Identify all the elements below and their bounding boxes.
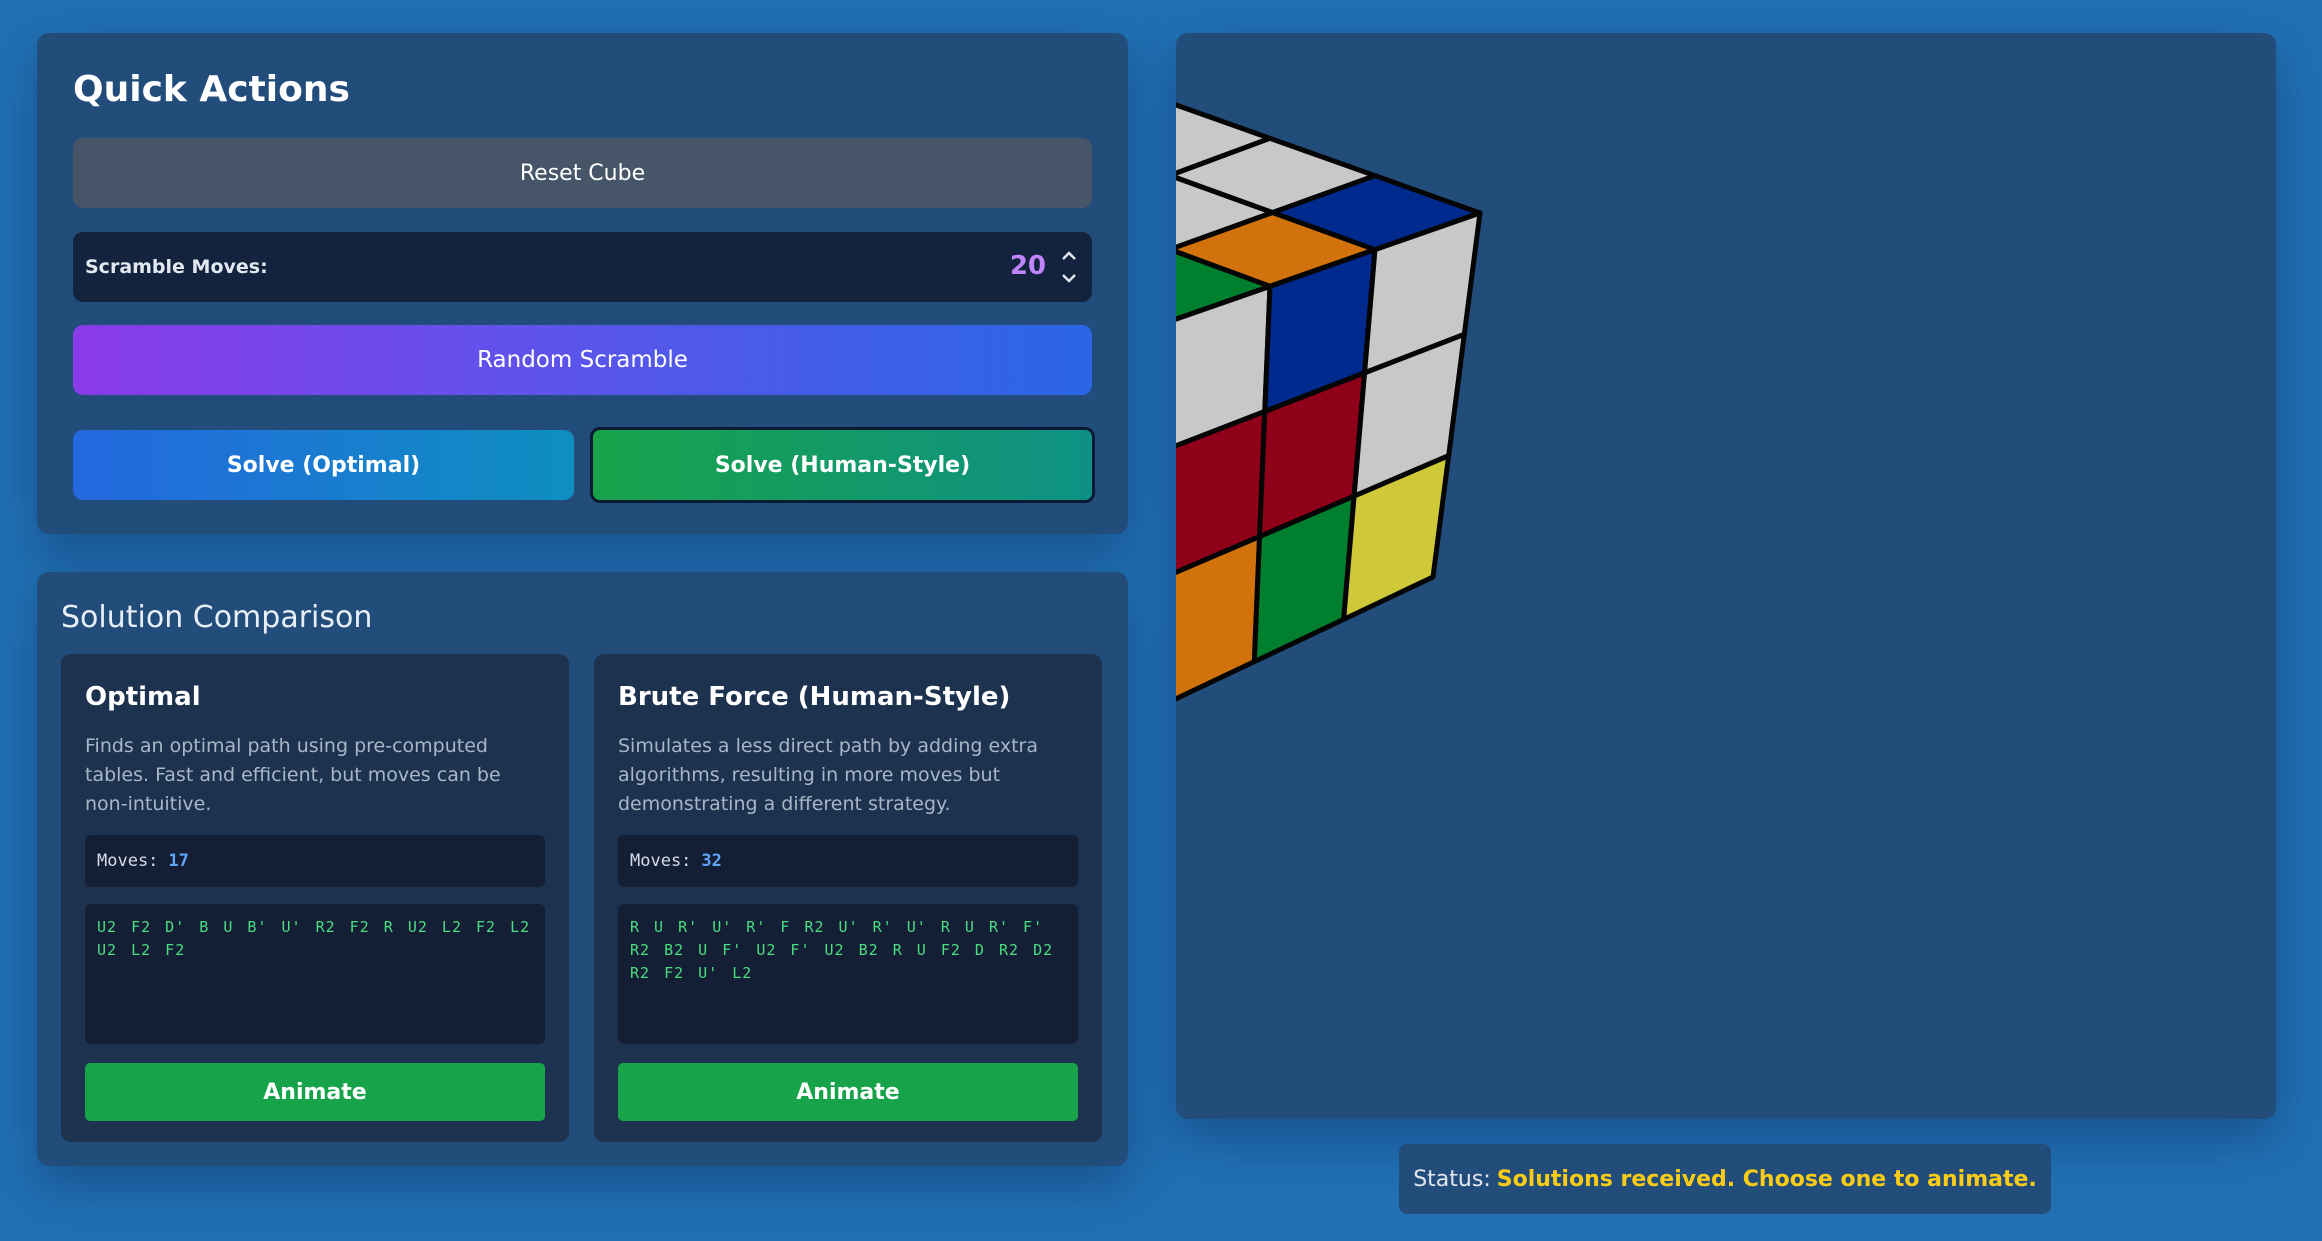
card-title: Optimal [85, 682, 201, 712]
moves-count-box: Moves: 32 [618, 835, 1078, 887]
rubiks-cube-3d[interactable] [1176, 33, 2276, 1119]
human-style-solution-card: Brute Force (Human-Style) Simulates a le… [594, 654, 1102, 1142]
solution-comparison-title: Solution Comparison [61, 600, 373, 635]
card-description: Simulates a less direct path by adding e… [618, 735, 1039, 815]
status-bar: Status: Solutions received. Choose one t… [1399, 1144, 2051, 1214]
card-title: Brute Force (Human-Style) [618, 682, 1011, 712]
card-description: Finds an optimal path using pre-computed… [85, 735, 501, 815]
status-message: Solutions received. Choose one to animat… [1496, 1166, 2037, 1192]
scramble-moves-value[interactable]: 20 [1010, 251, 1046, 281]
random-scramble-button[interactable]: Random Scramble [73, 325, 1092, 395]
animate-optimal-button[interactable]: Animate [85, 1063, 545, 1121]
moves-label: Moves: [630, 851, 692, 871]
quick-actions-title: Quick Actions [73, 69, 350, 110]
stepper-arrows-icon[interactable] [1058, 244, 1080, 290]
status-label: Status: [1413, 1166, 1491, 1192]
quick-actions-panel: Quick Actions Reset Cube Scramble Moves:… [37, 33, 1128, 534]
move-sequence: R U R' U' R' F R2 U' R' U' R U R' F' R2 … [618, 904, 1078, 1044]
scramble-moves-label: Scramble Moves: [85, 256, 268, 278]
move-sequence: U2 F2 D' B U B' U' R2 F2 R U2 L2 F2 L2 U… [85, 904, 545, 1044]
moves-label: Moves: [97, 851, 159, 871]
moves-count: 32 [701, 851, 722, 871]
solve-human-style-button[interactable]: Solve (Human-Style) [590, 427, 1095, 503]
moves-count-box: Moves: 17 [85, 835, 545, 887]
animate-human-style-button[interactable]: Animate [618, 1063, 1078, 1121]
optimal-solution-card: Optimal Finds an optimal path using pre-… [61, 654, 569, 1142]
solve-optimal-button[interactable]: Solve (Optimal) [73, 430, 574, 500]
moves-count: 17 [168, 851, 189, 871]
solution-comparison-panel: Solution Comparison Optimal Finds an opt… [37, 572, 1128, 1166]
scramble-moves-field[interactable]: Scramble Moves: 20 [73, 232, 1092, 302]
cube-viewport[interactable] [1176, 33, 2276, 1119]
reset-cube-button[interactable]: Reset Cube [73, 138, 1092, 208]
